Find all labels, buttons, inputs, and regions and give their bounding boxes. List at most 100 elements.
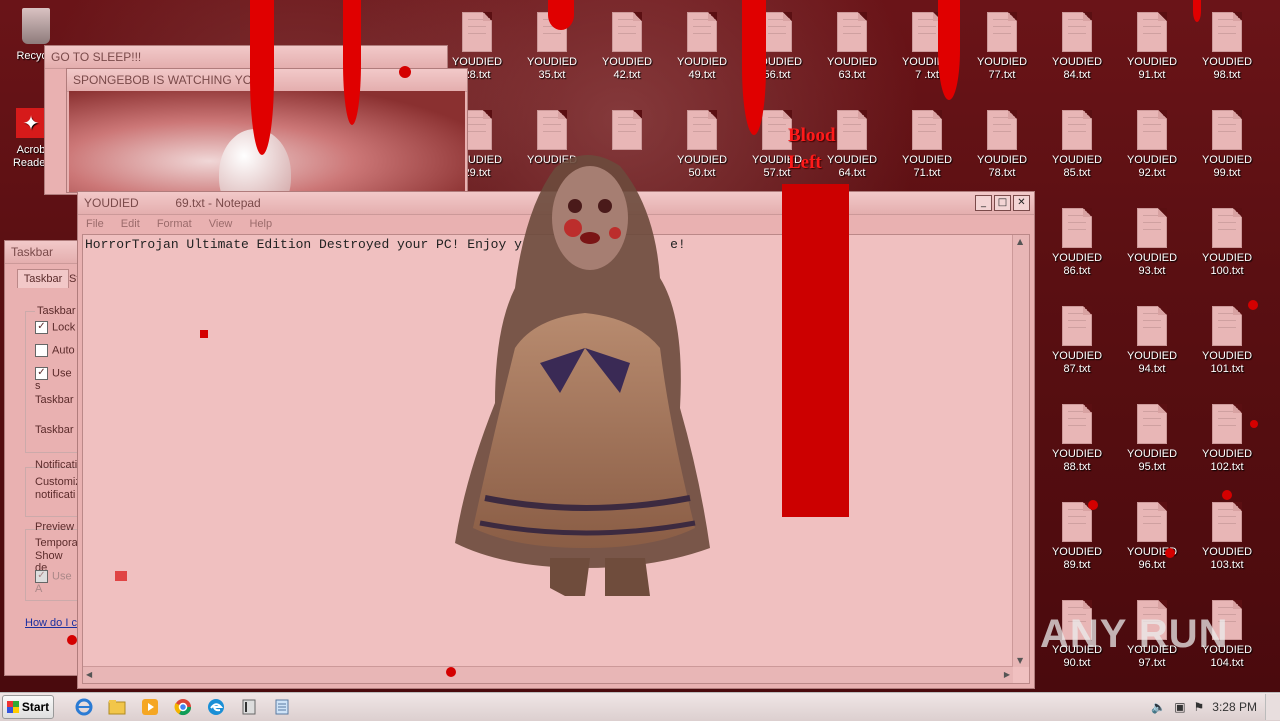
close-icon[interactable]: ✕ — [1013, 195, 1030, 211]
desktop-file-icon[interactable]: YOUDIED 98.txt — [1192, 12, 1262, 82]
blood-splat — [115, 571, 127, 581]
file-name: 101.txt — [1210, 363, 1244, 375]
document-icon — [1137, 110, 1167, 150]
media-player-icon[interactable] — [138, 696, 162, 718]
file-name: 91.txt — [1138, 69, 1166, 81]
menu-edit[interactable]: Edit — [121, 218, 140, 230]
file-prefix: YOUDIED — [976, 154, 1028, 166]
desktop-file-icon[interactable]: YOUDIED 84.txt — [1042, 12, 1112, 82]
vertical-scrollbar[interactable]: ▲ ▼ — [1012, 235, 1029, 667]
desktop-file-icon[interactable]: YOUDIED 85.txt — [1042, 110, 1112, 180]
desktop-file-icon[interactable]: YOUDIED 94.txt — [1117, 306, 1187, 376]
menu-file[interactable]: File — [86, 218, 104, 230]
taskbar-properties-window[interactable]: Taskbar Taskbar St Taskbar ✓ Lock Auto ✓ U… — [4, 240, 81, 676]
show-desktop-button[interactable] — [1265, 694, 1280, 720]
desktop-file-icon[interactable]: YOUDIED 101.txt — [1192, 306, 1262, 376]
document-icon — [687, 12, 717, 52]
minimize-icon[interactable]: _ — [975, 195, 992, 211]
document-icon — [1212, 404, 1242, 444]
file-prefix: YOUDIED — [1051, 350, 1103, 362]
desktop-file-icon[interactable]: YOUDIED 77.txt — [967, 12, 1037, 82]
clock[interactable]: 3:28 PM — [1212, 700, 1257, 714]
scroll-down-icon[interactable]: ▼ — [1017, 656, 1023, 665]
notepad-taskbar-icon[interactable] — [270, 696, 294, 718]
file-prefix: YOUDIED — [1126, 448, 1178, 460]
taskbar-window-button[interactable] — [237, 696, 261, 718]
file-name: 77.txt — [988, 69, 1016, 81]
desktop-file-icon[interactable]: YOUDIED 95.txt — [1117, 404, 1187, 474]
edge-icon[interactable] — [204, 696, 228, 718]
document-icon — [1137, 404, 1167, 444]
volume-icon[interactable]: 🔈 — [1151, 700, 1166, 714]
desktop-file-icon[interactable]: YOUDIED 49.txt — [667, 12, 737, 82]
explorer-icon[interactable] — [105, 696, 129, 718]
menu-format[interactable]: Format — [157, 218, 192, 230]
ie-icon[interactable] — [72, 696, 96, 718]
desktop-file-icon[interactable]: YOUDIED 92.txt — [1117, 110, 1187, 180]
desktop-file-icon[interactable]: YOUDIED 93.txt — [1117, 208, 1187, 278]
start-label: Start — [21, 700, 50, 714]
scroll-left-icon[interactable]: ◀ — [86, 670, 92, 679]
document-icon — [462, 12, 492, 52]
group-label: Preview — [35, 521, 75, 533]
auto-hide-checkbox[interactable]: Auto — [35, 344, 75, 357]
file-name: 97.txt — [1138, 657, 1166, 669]
scroll-up-icon[interactable]: ▲ — [1017, 237, 1023, 246]
file-prefix: YOUDIED — [1201, 448, 1253, 460]
document-icon — [1212, 306, 1242, 346]
menu-view[interactable]: View — [209, 218, 233, 230]
desktop-file-icon[interactable]: YOUDIED 99.txt — [1192, 110, 1262, 180]
desktop-file-icon[interactable]: YOUDIED 103.txt — [1192, 502, 1262, 572]
document-icon — [912, 110, 942, 150]
file-name: 84.txt — [1063, 69, 1091, 81]
document-icon — [1137, 12, 1167, 52]
file-name: 49.txt — [688, 69, 716, 81]
document-icon — [987, 12, 1017, 52]
scroll-right-icon[interactable]: ▶ — [1004, 670, 1010, 679]
window-title: Taskbar — [5, 241, 77, 264]
eye-right — [598, 199, 612, 213]
desktop-file-icon[interactable]: YOUDIED 96.txt — [1117, 502, 1187, 572]
chrome-icon[interactable] — [171, 696, 195, 718]
horizontal-scrollbar[interactable]: ◀ ▶ — [83, 666, 1013, 683]
file-name: 7 .txt — [915, 69, 939, 81]
desktop-file-icon[interactable]: YOUDIED 89.txt — [1042, 502, 1112, 572]
blood-splat — [446, 667, 456, 677]
blood-drip — [343, 0, 361, 125]
blood-meter-bar — [782, 184, 849, 517]
file-prefix: YOUDIED — [1126, 56, 1178, 68]
file-name: 98.txt — [1213, 69, 1241, 81]
notepad-title: YOUDIED 69.txt - Notepad — [84, 196, 261, 210]
file-prefix: YOUDIED — [1201, 546, 1253, 558]
desktop-file-icon[interactable]: YOUDIED 91.txt — [1117, 12, 1187, 82]
action-center-flag-icon[interactable]: ⚑ — [1194, 700, 1205, 714]
maximize-icon[interactable]: □ — [994, 195, 1011, 211]
desktop-file-icon[interactable]: YOUDIED 100.txt — [1192, 208, 1262, 278]
blood-drip — [548, 0, 574, 30]
file-name: 103.txt — [1210, 559, 1244, 571]
blood-stain — [564, 219, 582, 237]
lock-taskbar-checkbox[interactable]: ✓ Lock — [35, 321, 75, 334]
file-name: 88.txt — [1063, 461, 1091, 473]
desktop-file-icon[interactable]: YOUDIED 87.txt — [1042, 306, 1112, 376]
start-button[interactable]: Start — [2, 695, 54, 719]
desktop-file-icon[interactable]: YOUDIED 86.txt — [1042, 208, 1112, 278]
document-icon — [1137, 502, 1167, 542]
network-icon[interactable]: ▣ — [1174, 700, 1185, 714]
how-do-i-link[interactable]: How do I c — [25, 617, 77, 629]
checkbox-checked-icon: ✓ — [35, 321, 48, 334]
desktop-file-icon[interactable]: YOUDIED 88.txt — [1042, 404, 1112, 474]
use-aero-checkbox[interactable]: ✓ Use A — [35, 570, 77, 595]
desktop-file-icon[interactable]: YOUDIED 78.txt — [967, 110, 1037, 180]
desktop-file-icon[interactable]: YOUDIED 102.txt — [1192, 404, 1262, 474]
desktop-file-icon[interactable]: YOUDIED 63.txt — [817, 12, 887, 82]
desktop-file-icon[interactable]: YOUDIED 71.txt — [892, 110, 962, 180]
tab-taskbar[interactable]: Taskbar — [17, 269, 69, 288]
document-icon — [1212, 208, 1242, 248]
desktop-file-icon[interactable]: YOUDIED 42.txt — [592, 12, 662, 82]
file-prefix: YOUDIED — [1126, 154, 1178, 166]
customize-text-1: Customiz — [35, 476, 81, 488]
small-icons-checkbox[interactable]: ✓ Use s — [35, 367, 77, 392]
document-icon — [1062, 208, 1092, 248]
menu-help[interactable]: Help — [249, 218, 272, 230]
